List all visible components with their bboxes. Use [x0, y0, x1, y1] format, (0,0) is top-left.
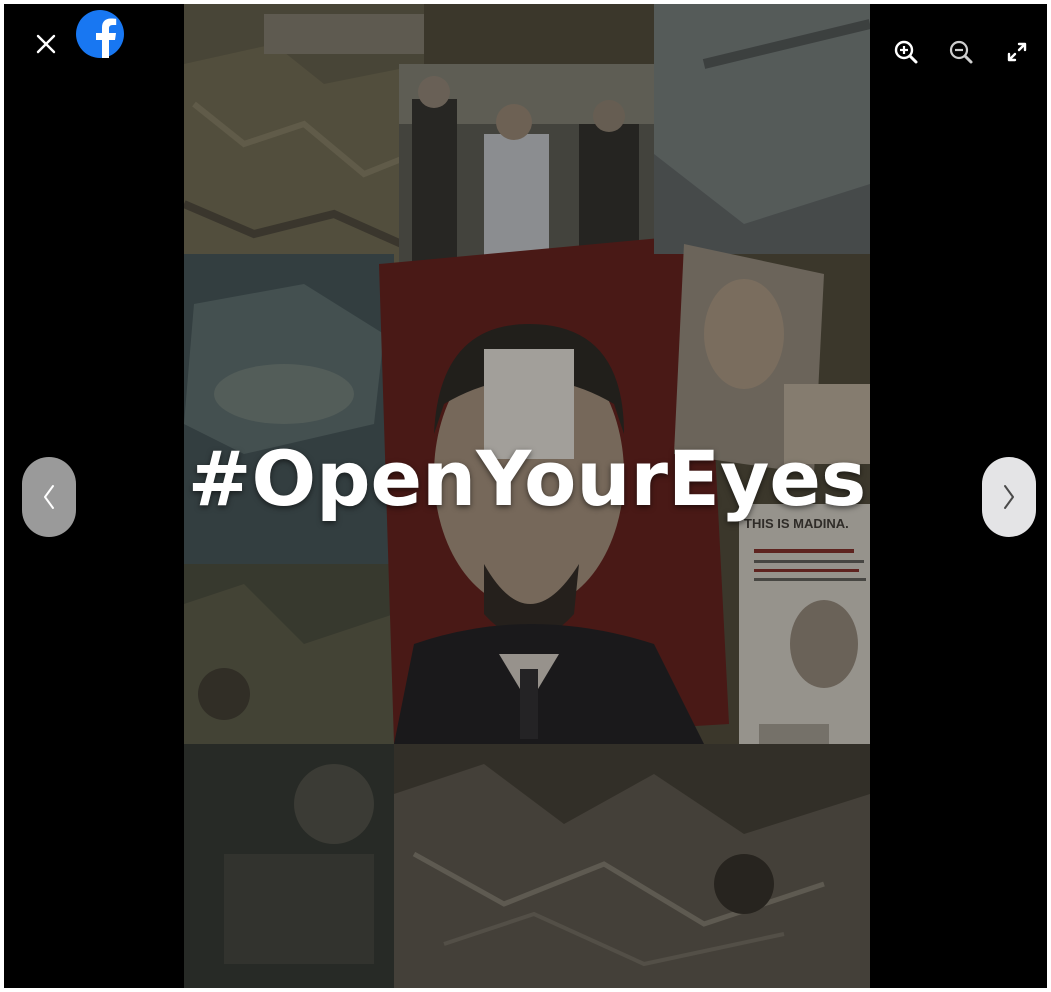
next-photo-button[interactable] [982, 457, 1036, 537]
zoom-in-icon [894, 40, 918, 64]
chevron-right-icon [1004, 485, 1014, 509]
zoom-out-icon [949, 40, 973, 64]
fullscreen-button[interactable] [1001, 36, 1033, 68]
expand-icon [1007, 42, 1027, 62]
close-button[interactable] [30, 28, 62, 60]
facebook-logo[interactable] [76, 10, 124, 58]
close-icon [36, 34, 56, 54]
chevron-left-icon [44, 485, 54, 509]
previous-photo-button[interactable] [22, 457, 76, 537]
photo-viewer: THIS IS MADINA. #OpenYourEyes [4, 4, 1047, 988]
photo: THIS IS MADINA. #OpenYourEyes [184, 4, 870, 988]
zoom-out-button[interactable] [945, 36, 977, 68]
zoom-in-button[interactable] [890, 36, 922, 68]
facebook-f-icon [76, 10, 124, 58]
overlay-hashtag-text: #OpenYourEyes [187, 434, 867, 523]
